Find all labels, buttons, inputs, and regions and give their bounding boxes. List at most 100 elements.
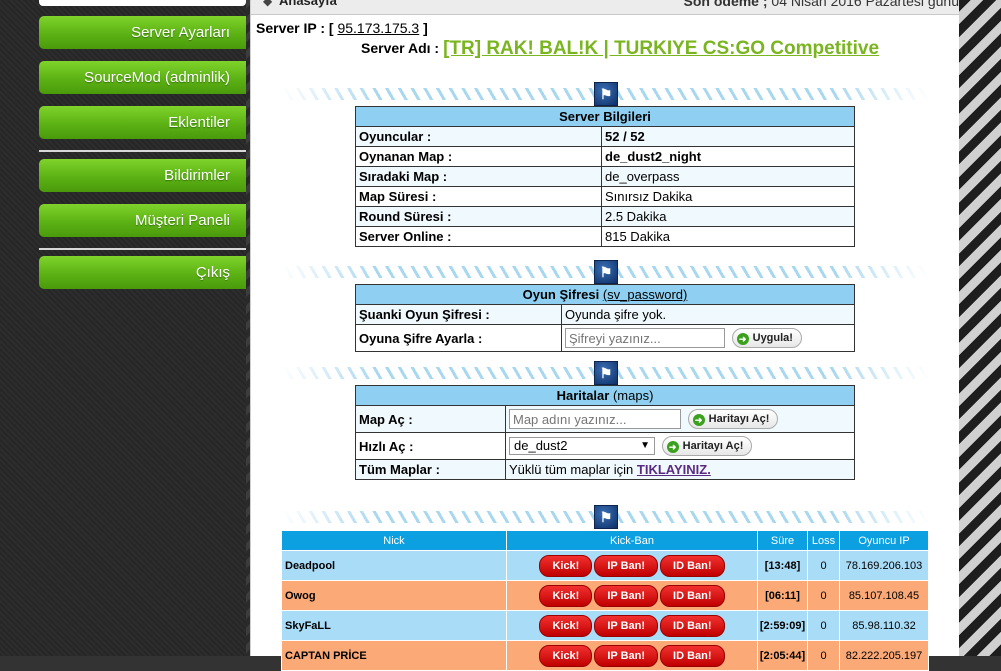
player-loss: 0 [807, 610, 840, 641]
player-actions: Kick! IP Ban! ID Ban! [506, 580, 758, 611]
counter-strike-icon: ⚑ [594, 82, 618, 106]
player-ip: 78.169.206.103 [839, 550, 929, 581]
sv-password-link[interactable]: (sv_password) [603, 287, 688, 302]
player-nick: Deadpool [281, 550, 507, 581]
col-loss: Loss [807, 530, 840, 551]
sidebar: Server Ayarları SourceMod (adminlik) Ekl… [0, 0, 246, 656]
kick-button[interactable]: Kick! [539, 554, 593, 577]
password-input[interactable] [565, 328, 725, 348]
info-label: Map Süresi : [355, 186, 602, 207]
arrow-right-icon: ➜ [666, 441, 679, 453]
info-label: Round Süresi : [355, 206, 602, 227]
table-row: Owog Kick! IP Ban! ID Ban! [06:11] 0 85.10… [281, 580, 929, 611]
player-time: [06:11] [757, 580, 808, 611]
table-row: Deadpool Kick! IP Ban! ID Ban! [13:48] 0 7… [281, 550, 929, 581]
server-name-link[interactable]: [TR] RAK! BAL!K | TURKIYE CS:GO Competit… [443, 38, 879, 59]
info-value-players: 52 / 52 [601, 126, 855, 147]
sidebar-item-plugins[interactable]: Eklentiler [39, 106, 246, 139]
info-value-next-map: de_overpass [601, 166, 855, 187]
password-table: Oyun Şifresi (sv_password) Şuanki Oyun Ş… [355, 284, 855, 352]
all-maps-cell: Yüklü tüm maplar için TIKLAYINIZ. [505, 459, 855, 480]
maps-table: Haritalar (maps) Map Aç : ➜Haritayı Aç! … [355, 385, 855, 480]
section-divider: ⚑ [281, 505, 929, 529]
server-ip-close: ] [423, 20, 428, 36]
info-label: Oynanan Map : [355, 146, 602, 167]
players-table: Nick Kick-Ban Süre Loss Oyuncu IP Deadpo… [281, 530, 929, 671]
sidebar-item-customer-panel[interactable]: Müşteri Paneli [39, 204, 246, 237]
main-content: ◆ Anasayfa Son ödeme ; 04 Nisan 2016 Paz… [250, 0, 959, 671]
player-time: [2:59:09] [757, 610, 808, 641]
ip-ban-button[interactable]: IP Ban! [594, 614, 659, 637]
map-open-label: Map Aç : [355, 405, 506, 433]
arrow-right-icon: ➜ [692, 414, 705, 426]
home-icon[interactable]: ◆ [263, 0, 272, 8]
server-ip: Server IP : [ 95.173.175.3 ] [256, 20, 428, 36]
col-nick: Nick [281, 530, 507, 551]
section-divider: ⚑ [281, 361, 929, 385]
info-value-round-time: 2.5 Dakika [601, 206, 855, 227]
info-label: Oyuncular : [355, 126, 602, 147]
all-maps-label: Tüm Maplar : [355, 459, 506, 480]
server-ip-label: Server IP : [ [256, 20, 334, 36]
quick-open-map-button[interactable]: ➜ Haritayı Aç! [661, 436, 753, 456]
ip-ban-button[interactable]: IP Ban! [594, 584, 659, 607]
player-loss: 0 [807, 580, 840, 611]
right-striped-background [958, 0, 1001, 656]
sidebar-item-notifications[interactable]: Bildirimler [39, 159, 246, 192]
player-actions: Kick! IP Ban! ID Ban! [506, 550, 758, 581]
sidebar-item-sourcemod[interactable]: SourceMod (adminlik) [39, 61, 246, 94]
col-ip: Oyuncu IP [839, 530, 929, 551]
last-payment: Son ödeme ; 04 Nisan 2016 Pazartesi günü [684, 0, 959, 9]
player-ip: 85.107.108.45 [839, 580, 929, 611]
map-open-cell: ➜Haritayı Aç! [505, 405, 855, 433]
sidebar-separator [39, 150, 246, 152]
quick-open-cell: de_dust2 ▼ ➜ Haritayı Aç! [505, 432, 855, 460]
col-kick-ban: Kick-Ban [506, 530, 758, 551]
player-time: [13:48] [757, 550, 808, 581]
id-ban-button[interactable]: ID Ban! [660, 614, 725, 637]
server-ip-link[interactable]: 95.173.175.3 [337, 20, 419, 36]
sidebar-item-server-settings[interactable]: Server Ayarları [39, 16, 246, 49]
id-ban-button[interactable]: ID Ban! [660, 554, 725, 577]
player-nick: Owog [281, 580, 507, 611]
sidebar-separator [39, 248, 246, 250]
map-name-input[interactable] [509, 409, 681, 429]
sidebar-item-logout[interactable]: Çıkış [39, 256, 246, 289]
kick-button[interactable]: Kick! [539, 584, 593, 607]
maps-title: Haritalar (maps) [355, 385, 855, 406]
info-value-map-time: Sınırsız Dakika [601, 186, 855, 207]
info-label: Sıradaki Map : [355, 166, 602, 187]
apply-password-button[interactable]: ➜ Uygula! [731, 328, 802, 348]
counter-strike-icon: ⚑ [594, 505, 618, 529]
password-current-label: Şuanki Oyun Şifresi : [355, 304, 562, 325]
table-row: SkyFaLL Kick! IP Ban! ID Ban! [2:59:09] 0 … [281, 610, 929, 641]
info-value-online-time: 815 Dakika [601, 226, 855, 247]
counter-strike-icon: ⚑ [594, 260, 618, 284]
player-loss: 0 [807, 550, 840, 581]
kick-button[interactable]: Kick! [539, 614, 593, 637]
all-maps-link[interactable]: TIKLAYINIZ. [637, 462, 711, 477]
info-label: Server Online : [355, 226, 602, 247]
server-name-label: Server Adı : [361, 40, 440, 56]
arrow-right-icon: ➜ [736, 333, 749, 345]
home-link[interactable]: Anasayfa [279, 0, 337, 8]
chevron-down-icon: ▼ [640, 440, 650, 451]
info-value-current-map: de_dust2_night [601, 146, 855, 167]
last-payment-value: 04 Nisan 2016 Pazartesi günü [771, 0, 959, 9]
password-current-value: Oyunda şifre yok. [561, 304, 855, 325]
map-select[interactable]: de_dust2 ▼ [509, 437, 655, 455]
player-nick: SkyFaLL [281, 610, 507, 641]
section-divider: ⚑ [281, 82, 929, 106]
id-ban-button[interactable]: ID Ban! [660, 584, 725, 607]
ip-ban-button[interactable]: IP Ban! [594, 554, 659, 577]
counter-strike-icon: ⚑ [594, 361, 618, 385]
player-ip: 85.98.110.32 [839, 610, 929, 641]
quick-open-label: Hızlı Aç : [355, 432, 506, 460]
server-name: Server Adı : [TR] RAK! BAL!K | TURKIYE CS… [361, 38, 879, 60]
section-divider: ⚑ [281, 260, 929, 284]
server-info-title: Server Bilgileri [355, 106, 855, 127]
open-map-button[interactable]: ➜ Haritayı Aç! [687, 409, 779, 429]
col-time: Süre [757, 530, 808, 551]
top-bar: ◆ Anasayfa Son ödeme ; 04 Nisan 2016 Paz… [251, 0, 959, 15]
server-info-table: Server Bilgileri Oyuncular :52 / 52 Oyna… [355, 106, 855, 247]
